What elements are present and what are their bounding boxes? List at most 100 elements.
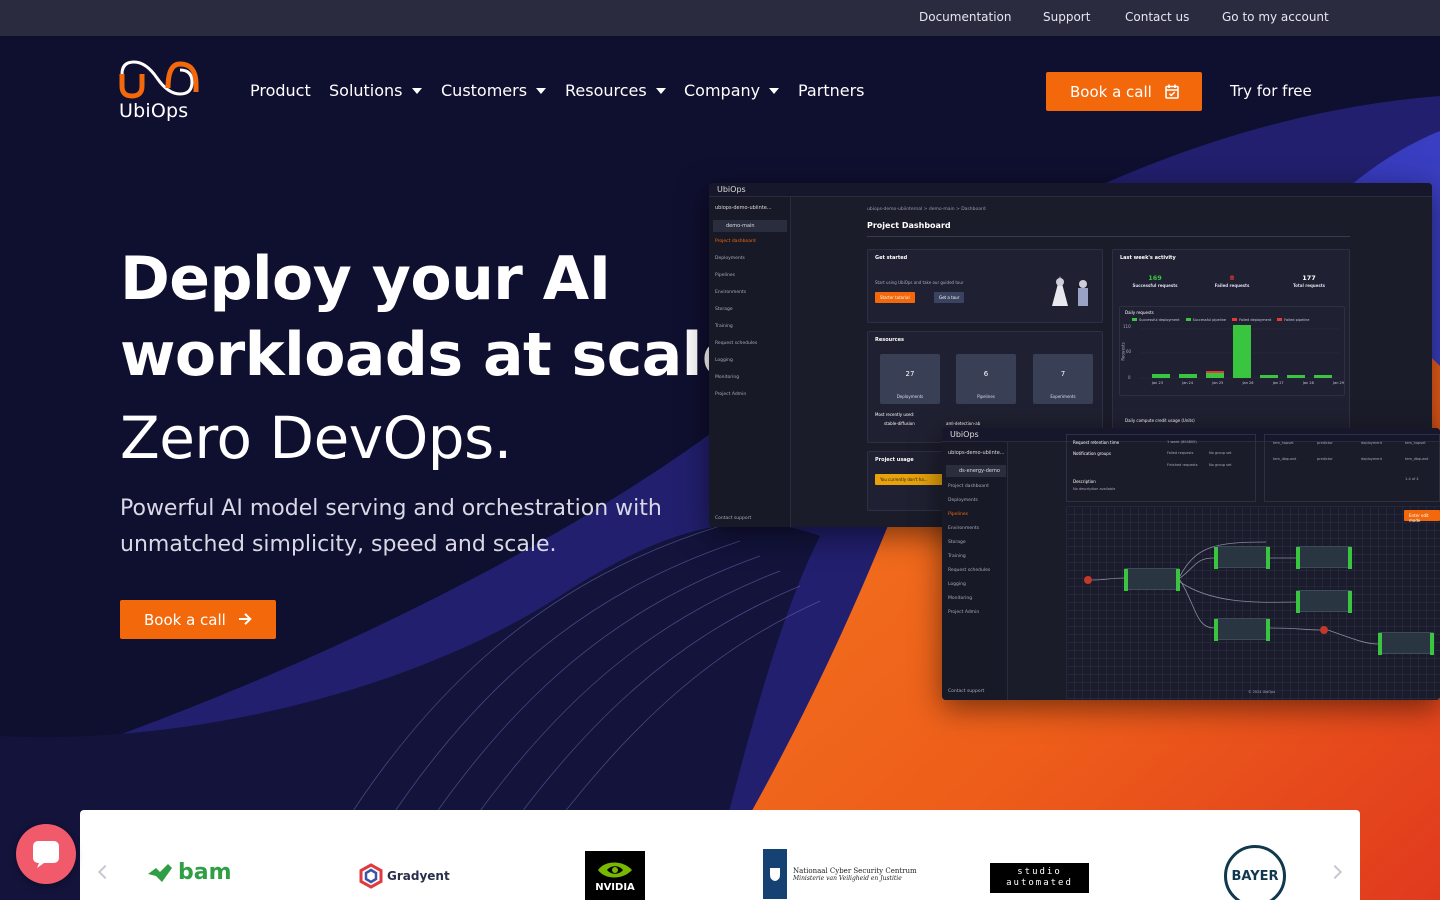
hero-book-call-button[interactable]: Book a call bbox=[120, 600, 276, 639]
sidebar-item: Training bbox=[948, 554, 966, 559]
total-count: 177 bbox=[1302, 274, 1316, 282]
arrow-right-icon bbox=[239, 613, 252, 625]
sidebar-item: Storage bbox=[948, 540, 966, 545]
tile-label: Deployments bbox=[896, 394, 924, 399]
support-link[interactable]: Support bbox=[1043, 10, 1090, 24]
failed-label: Failed requests bbox=[1214, 283, 1250, 288]
pipeline-node bbox=[1214, 618, 1270, 641]
nav-label: Product bbox=[250, 81, 311, 100]
tile-count: 27 bbox=[905, 370, 915, 378]
finished-req-group: No group set bbox=[1209, 463, 1232, 467]
ncsc-logo: Nationaal Cyber Security Centrum Ministe… bbox=[763, 849, 917, 899]
caret-down-icon bbox=[536, 87, 547, 94]
activity-card: Last week's activity 169 Successful reque… bbox=[1112, 249, 1350, 429]
bar-jan23 bbox=[1152, 374, 1170, 378]
card-title: Get started bbox=[875, 255, 908, 261]
table-cell: deployment bbox=[1361, 441, 1382, 445]
credit-usage-title: Daily compute credit usage (Units) bbox=[1125, 418, 1195, 423]
canvas-footer: © 2024 UbiOps bbox=[1248, 690, 1276, 694]
card-text: Start using UbiOps and take our guided t… bbox=[875, 280, 964, 285]
sidebar-item: Environments bbox=[715, 290, 747, 295]
table-pager: 1-4 of 4 bbox=[1405, 477, 1419, 481]
get-tour-button: Get a tour bbox=[934, 292, 965, 303]
sidebar-item: Deployments bbox=[948, 498, 978, 503]
utility-bar: Documentation Support Contact us Go to m… bbox=[0, 0, 1440, 36]
x-tick: Jan 26 bbox=[1242, 381, 1254, 385]
failed-req-group: No group set bbox=[1209, 451, 1232, 455]
try-for-free-link[interactable]: Try for free bbox=[1230, 82, 1312, 100]
nvidia-eye-icon bbox=[598, 862, 632, 878]
nav-label: Resources bbox=[565, 81, 647, 100]
tile-count: 7 bbox=[1060, 370, 1066, 378]
x-tick: Jan 23 bbox=[1152, 381, 1163, 385]
pipeline-canvas: Enter edit mode © 2024 UbiOps bbox=[1066, 506, 1440, 700]
book-call-button[interactable]: Book a call bbox=[1046, 72, 1202, 111]
hero-title-line2: workloads at scale bbox=[120, 320, 743, 390]
hero-section: UbiOps Product Solutions Customers Resou… bbox=[0, 36, 1440, 900]
ncsc-crest bbox=[763, 849, 787, 899]
sidebar-item: Environments bbox=[948, 526, 980, 531]
successful-count: 169 bbox=[1148, 274, 1162, 282]
dashboard-title: Project Dashboard bbox=[867, 221, 951, 230]
objects-table: tem_hopset predictor deployment tem_hops… bbox=[1264, 434, 1440, 502]
sidebar-item: Logging bbox=[948, 582, 966, 587]
y-tick: 60 bbox=[1126, 349, 1132, 354]
y-axis-label: Requests bbox=[1120, 342, 1126, 361]
sidebar-item: Storage bbox=[715, 307, 733, 312]
wizard-illustration-icon bbox=[1052, 276, 1088, 306]
gradyent-logo: Gradyent bbox=[358, 863, 450, 889]
documentation-link[interactable]: Documentation bbox=[919, 10, 1012, 24]
sidebar-item: Monitoring bbox=[948, 596, 973, 601]
sidebar-item: Training bbox=[715, 324, 733, 329]
chevron-right-icon[interactable] bbox=[1327, 864, 1343, 880]
studio-automated-logo: studio automated bbox=[990, 863, 1089, 893]
bayer-ring-top bbox=[1227, 848, 1283, 876]
experiments-tile: 7 Experiments bbox=[1033, 354, 1093, 404]
sidebar-item: Monitoring bbox=[715, 375, 740, 380]
my-account-link[interactable]: Go to my account bbox=[1222, 10, 1329, 24]
tile-label: Experiments bbox=[1050, 394, 1076, 399]
pipeline-connections bbox=[1084, 541, 1379, 645]
nav-resources[interactable]: Resources bbox=[565, 81, 666, 100]
bar-jan27 bbox=[1260, 375, 1278, 378]
hero-subtitle: Zero DevOps. bbox=[120, 404, 512, 472]
nav-solutions[interactable]: Solutions bbox=[329, 81, 422, 100]
app-brand: UbiOps bbox=[717, 185, 746, 194]
nav-label: Solutions bbox=[329, 81, 403, 100]
sidebar-item: Pipelines bbox=[948, 512, 968, 517]
project-selector: ds-energy-demo bbox=[946, 465, 1006, 477]
y-tick: 0 bbox=[1128, 375, 1131, 380]
table-cell: predictor bbox=[1317, 441, 1333, 445]
bar-jan28 bbox=[1287, 375, 1305, 378]
contact-us-link[interactable]: Contact us bbox=[1125, 10, 1189, 24]
nav-company[interactable]: Company bbox=[684, 81, 780, 100]
table-cell: deployment bbox=[1361, 457, 1382, 461]
calendar-icon bbox=[1165, 84, 1179, 99]
bar-jan26 bbox=[1233, 325, 1251, 378]
total-requests-stat: 177 Total requests bbox=[1279, 274, 1339, 288]
daily-chart-panel: Daily requests Successful deployment Suc… bbox=[1119, 306, 1345, 396]
recent-item: stable-diffusion bbox=[884, 421, 915, 426]
nav-partners[interactable]: Partners bbox=[798, 81, 864, 100]
chevron-left-icon[interactable] bbox=[97, 864, 113, 880]
ncsc-name: Nationaal Cyber Security Centrum bbox=[793, 866, 917, 875]
sidebar-item: Deployments bbox=[715, 256, 745, 261]
sidebar-item: Logging bbox=[715, 358, 733, 363]
project-selector: demo-main bbox=[713, 220, 787, 232]
divider bbox=[867, 236, 1350, 237]
card-title: Resources bbox=[875, 337, 905, 343]
table-cell: tem_hopset bbox=[1405, 441, 1426, 445]
studio-automated-wordmark: studio automated bbox=[1006, 867, 1073, 888]
contact-support: Contact support bbox=[715, 516, 752, 521]
sidebar-item: Project dashboard bbox=[948, 484, 989, 489]
logo-text[interactable]: UbiOps bbox=[119, 100, 188, 122]
daily-requests-chart bbox=[1140, 325, 1340, 379]
gradyent-mark-icon bbox=[359, 863, 383, 889]
nav-customers[interactable]: Customers bbox=[441, 81, 547, 100]
table-cell: tem_dbquant bbox=[1405, 457, 1429, 461]
chat-button[interactable] bbox=[16, 824, 76, 884]
nav-product[interactable]: Product bbox=[250, 81, 311, 100]
bar-jan29 bbox=[1314, 375, 1332, 378]
bar-jan25-failed bbox=[1206, 371, 1224, 373]
deployments-tile: 27 Deployments bbox=[880, 354, 940, 404]
